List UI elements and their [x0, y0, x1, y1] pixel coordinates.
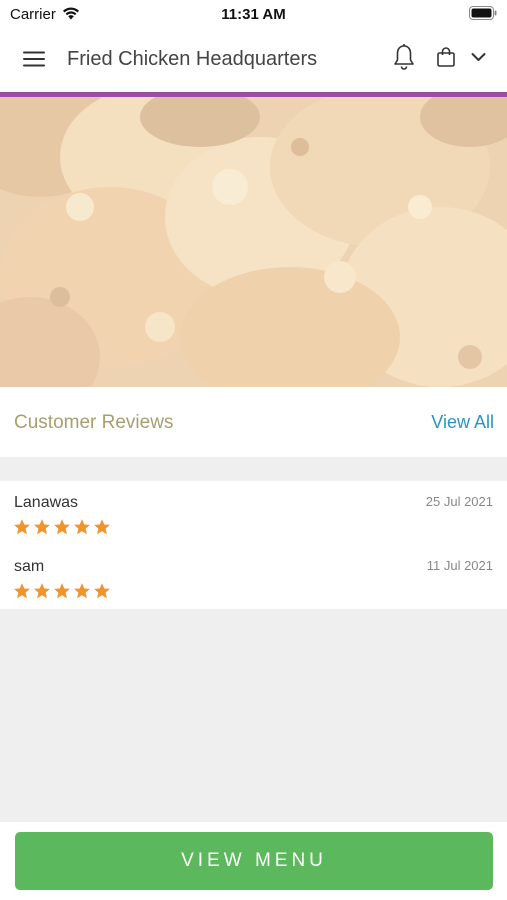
- star-icon: [54, 519, 70, 535]
- reviews-header: Customer Reviews View All: [0, 387, 507, 457]
- reviewer-name: sam: [14, 558, 45, 575]
- star-icon: [14, 583, 30, 599]
- star-icon: [94, 583, 110, 599]
- page-title: Fried Chicken Headquarters: [67, 48, 318, 70]
- star-icon: [54, 583, 70, 599]
- bottom-bar: VIEW MENU: [0, 822, 507, 900]
- status-time: 11:31 AM: [221, 6, 286, 23]
- star-icon: [34, 583, 50, 599]
- star-icon: [94, 519, 110, 535]
- menu-icon[interactable]: [22, 50, 46, 68]
- review-date: 11 Jul 2021: [426, 558, 493, 573]
- chevron-down-icon[interactable]: [471, 52, 486, 62]
- star-rating: [13, 518, 111, 536]
- bag-icon[interactable]: [436, 46, 456, 68]
- bell-icon[interactable]: [393, 43, 415, 71]
- reviews-title: Customer Reviews: [14, 412, 174, 433]
- hero-image: [0, 97, 507, 387]
- app-header: Fried Chicken Headquarters: [0, 28, 507, 92]
- status-bar: Carrier 11:31 AM: [0, 0, 507, 28]
- star-icon: [14, 519, 30, 535]
- reviews-list: Lanawas 25 Jul 2021 sam 11 Jul 2021: [0, 481, 507, 609]
- star-icon: [74, 519, 90, 535]
- star-icon: [34, 519, 50, 535]
- reviewer-name: Lanawas: [14, 494, 79, 511]
- star-icon: [74, 583, 90, 599]
- view-all-link[interactable]: View All: [431, 412, 494, 433]
- hero-overlay: [0, 97, 507, 387]
- battery-icon: [469, 6, 497, 20]
- review-date: 25 Jul 2021: [425, 494, 493, 509]
- star-rating: [13, 582, 111, 600]
- view-menu-button[interactable]: VIEW MENU: [15, 832, 493, 890]
- review-item: sam 11 Jul 2021: [0, 545, 507, 609]
- review-item: Lanawas 25 Jul 2021: [0, 481, 507, 545]
